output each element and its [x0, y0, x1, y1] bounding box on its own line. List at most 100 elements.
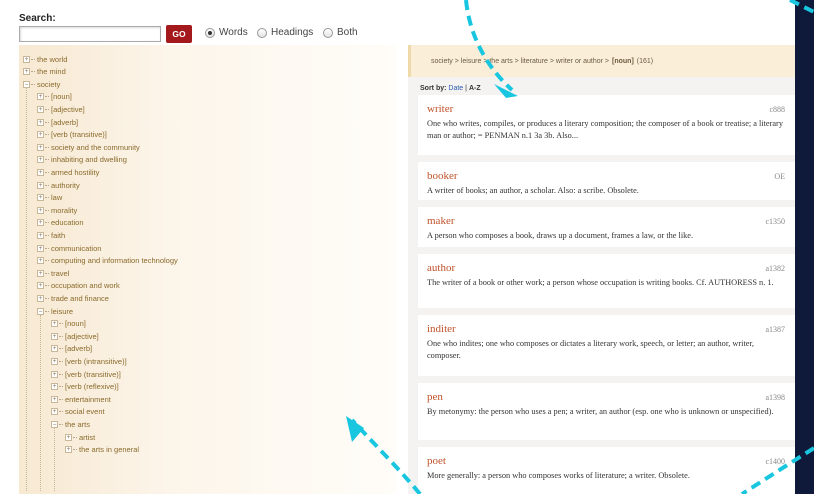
- tree-item-society-child[interactable]: + computing and information technology: [37, 255, 178, 267]
- tree-item-leisure-child[interactable]: − the arts: [51, 418, 90, 430]
- tree-item-society-child[interactable]: + occupation and work: [37, 280, 120, 292]
- expand-icon[interactable]: +: [37, 269, 44, 277]
- tree-item-society-child[interactable]: + law: [37, 192, 62, 204]
- expand-icon[interactable]: +: [51, 408, 58, 416]
- expand-icon[interactable]: +: [37, 257, 44, 265]
- tree-guide-line: [26, 88, 27, 492]
- expand-icon[interactable]: +: [37, 131, 44, 139]
- expand-icon[interactable]: +: [65, 446, 72, 454]
- expand-icon[interactable]: +: [23, 55, 30, 63]
- expand-icon[interactable]: +: [51, 357, 58, 365]
- tree-item-society-child[interactable]: + [adverb]: [37, 116, 78, 128]
- tree-connector: [45, 310, 49, 312]
- expand-icon[interactable]: +: [37, 143, 44, 151]
- tree-item-society-child[interactable]: + travel: [37, 267, 69, 279]
- expand-icon[interactable]: +: [37, 282, 44, 290]
- tree-connector: [45, 197, 49, 199]
- tree-item-root[interactable]: − society: [23, 78, 60, 90]
- expand-icon[interactable]: +: [51, 320, 58, 328]
- breadcrumb-path[interactable]: society > leisure > the arts > literatur…: [431, 58, 609, 65]
- tree-item-society-child[interactable]: + trade and finance: [37, 292, 109, 304]
- tree-item-label: law: [51, 193, 63, 203]
- tree-item-label: artist: [79, 432, 96, 442]
- tree-item-arts-child[interactable]: + artist: [65, 431, 95, 443]
- tree-item-leisure-child[interactable]: + [verb (transitive)]: [51, 368, 121, 380]
- entry-headword-link[interactable]: author: [427, 262, 455, 274]
- tree-item-society-child[interactable]: + inhabiting and dwelling: [37, 154, 127, 166]
- tree-item-society-child[interactable]: + [adjective]: [37, 103, 85, 115]
- expand-icon[interactable]: +: [37, 231, 44, 239]
- sort-by-date-link[interactable]: Date: [448, 85, 463, 92]
- expand-icon[interactable]: +: [37, 244, 44, 252]
- tree-item-root[interactable]: + the world: [23, 53, 67, 65]
- tree-item-leisure-child[interactable]: + [noun]: [51, 318, 86, 330]
- expand-icon[interactable]: +: [51, 395, 58, 403]
- entry-headword-link[interactable]: pen: [427, 391, 443, 403]
- go-button[interactable]: GO: [166, 25, 192, 43]
- expand-icon[interactable]: +: [37, 118, 44, 126]
- tree-item-society-child[interactable]: + authority: [37, 179, 80, 191]
- expand-icon[interactable]: +: [37, 219, 44, 227]
- entry-definition: More generally: a person who composes wo…: [427, 471, 690, 480]
- expand-icon[interactable]: +: [51, 332, 58, 340]
- tree-item-leisure-child[interactable]: + social event: [51, 406, 105, 418]
- radio-words[interactable]: Words: [205, 27, 248, 38]
- radio-both-dot[interactable]: [323, 27, 333, 38]
- entry-definition: A writer of books; an author, a scholar.…: [427, 186, 639, 195]
- expand-icon[interactable]: +: [37, 294, 44, 302]
- entry-headword-link[interactable]: poet: [427, 455, 446, 467]
- tree-item-society-child[interactable]: − leisure: [37, 305, 73, 317]
- expand-icon[interactable]: +: [37, 181, 44, 189]
- tree-item-society-child[interactable]: + [noun]: [37, 91, 72, 103]
- entry-headword-link[interactable]: booker: [427, 170, 458, 182]
- entry-headword-link[interactable]: inditer: [427, 323, 456, 335]
- expand-icon[interactable]: +: [51, 345, 58, 353]
- search-input[interactable]: [19, 26, 161, 42]
- tree-guide-line: [54, 428, 55, 492]
- expand-icon[interactable]: +: [37, 194, 44, 202]
- tree-item-arts-child[interactable]: + the arts in general: [65, 444, 139, 456]
- radio-headings-dot[interactable]: [257, 27, 267, 38]
- tree-item-root[interactable]: + the mind: [23, 66, 66, 78]
- expand-icon[interactable]: +: [37, 168, 44, 176]
- expand-icon[interactable]: +: [51, 383, 58, 391]
- tree-item-society-child[interactable]: + faith: [37, 229, 65, 241]
- tree-item-society-child[interactable]: + society and the community: [37, 141, 140, 153]
- tree-item-society-child[interactable]: + [verb (transitive)]: [37, 129, 107, 141]
- tree-item-leisure-child[interactable]: + entertainment: [51, 393, 111, 405]
- tree-item-leisure-child[interactable]: + [verb (reflexive)]: [51, 381, 119, 393]
- expand-icon[interactable]: +: [23, 68, 30, 76]
- radio-words-dot[interactable]: [205, 27, 215, 38]
- radio-both[interactable]: Both: [323, 27, 358, 38]
- expand-icon[interactable]: +: [51, 370, 58, 378]
- tree-item-leisure-child[interactable]: + [verb (intransitive)]: [51, 355, 127, 367]
- tree-connector: [45, 184, 49, 186]
- result-entry: maker c1350 A person who composes a book, …: [418, 207, 795, 247]
- tree-item-label: trade and finance: [51, 293, 109, 303]
- sort-by-az-link[interactable]: A-Z: [469, 85, 481, 92]
- expand-icon[interactable]: +: [37, 206, 44, 214]
- entry-headword-link[interactable]: writer: [427, 103, 453, 115]
- tree-item-label: inhabiting and dwelling: [51, 155, 127, 165]
- tree-item-label: [verb (reflexive)]: [65, 382, 119, 392]
- tree-item-society-child[interactable]: + morality: [37, 204, 77, 216]
- tree-item-leisure-child[interactable]: + [adverb]: [51, 343, 92, 355]
- tree-item-society-child[interactable]: + armed hostility: [37, 166, 99, 178]
- collapse-icon[interactable]: −: [23, 80, 30, 88]
- collapse-icon[interactable]: −: [37, 307, 44, 315]
- collapse-icon[interactable]: −: [51, 420, 58, 428]
- entry-headword-link[interactable]: maker: [427, 215, 454, 227]
- tree-item-society-child[interactable]: + communication: [37, 242, 101, 254]
- tree-item-society-child[interactable]: + education: [37, 217, 84, 229]
- tree-connector: [59, 348, 63, 350]
- tree-connector: [59, 373, 63, 375]
- tree-item-leisure-child[interactable]: + [adjective]: [51, 330, 99, 342]
- tree-connector: [59, 423, 63, 425]
- expand-icon[interactable]: +: [37, 156, 44, 164]
- result-entry: author a1382 The writer of a book or other…: [418, 254, 795, 308]
- expand-icon[interactable]: +: [65, 433, 72, 441]
- expand-icon[interactable]: +: [37, 105, 44, 113]
- radio-headings[interactable]: Headings: [257, 27, 313, 38]
- expand-icon[interactable]: +: [37, 93, 44, 101]
- tree-item-label: leisure: [51, 306, 74, 316]
